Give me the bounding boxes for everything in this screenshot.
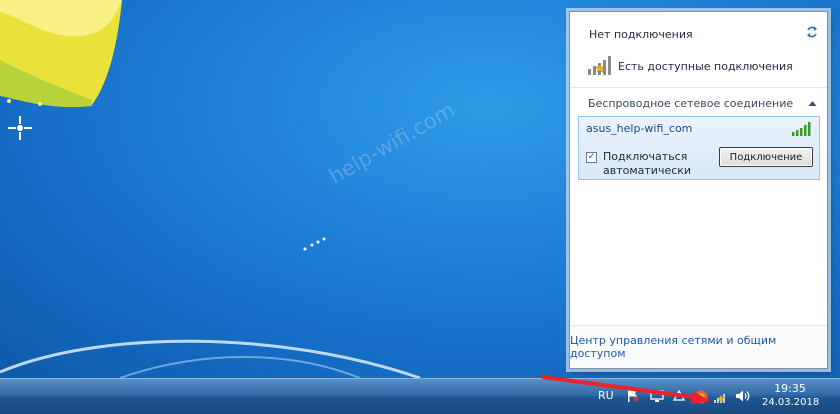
refresh-icon[interactable] bbox=[805, 25, 819, 39]
display-icon[interactable] bbox=[650, 389, 664, 406]
flag-icon[interactable] bbox=[626, 389, 640, 406]
network-center-link[interactable]: Центр управления сетями и общим доступом bbox=[570, 334, 827, 360]
available-connections-label: Есть доступные подключения bbox=[618, 60, 793, 73]
network-connections-popup: Нет подключения Есть доступные подключен… bbox=[569, 11, 828, 369]
language-indicator[interactable]: RU bbox=[598, 389, 614, 402]
signal-star-icon bbox=[587, 54, 613, 79]
auto-connect-checkbox[interactable]: ✓ bbox=[586, 152, 597, 163]
connect-button[interactable]: Подключение bbox=[719, 147, 813, 167]
chevron-up-icon[interactable] bbox=[808, 97, 817, 110]
connection-status-title: Нет подключения bbox=[589, 28, 693, 41]
network-tray-icon[interactable] bbox=[713, 389, 729, 408]
network-list-item[interactable]: asus_help-wifi_com ✓ Подключаться автома… bbox=[578, 116, 820, 180]
auto-connect-label: Подключаться автоматически bbox=[603, 150, 692, 177]
auto-connect-row: ✓ Подключаться автоматически bbox=[586, 150, 713, 178]
network-ssid: asus_help-wifi_com bbox=[586, 122, 693, 135]
wireless-section-label: Беспроводное сетевое соединение bbox=[588, 96, 794, 110]
popup-header: Нет подключения Есть доступные подключен… bbox=[570, 12, 827, 88]
browser-icon[interactable] bbox=[693, 389, 709, 408]
taskbar: RU 19:35 24.03.2018 bbox=[0, 378, 840, 414]
wireless-section-header[interactable]: Беспроводное сетевое соединение bbox=[578, 92, 821, 114]
available-connections-row: Есть доступные подключения bbox=[587, 54, 793, 79]
signal-bars-icon bbox=[792, 122, 812, 139]
speaker-icon[interactable] bbox=[735, 389, 751, 406]
popup-footer: Центр управления сетями и общим доступом bbox=[570, 325, 827, 368]
clock-time: 19:35 bbox=[774, 382, 806, 395]
clock-date: 24.03.2018 bbox=[762, 397, 820, 408]
action-center-icon[interactable] bbox=[672, 389, 686, 406]
clock[interactable]: 19:35 24.03.2018 bbox=[762, 382, 820, 410]
